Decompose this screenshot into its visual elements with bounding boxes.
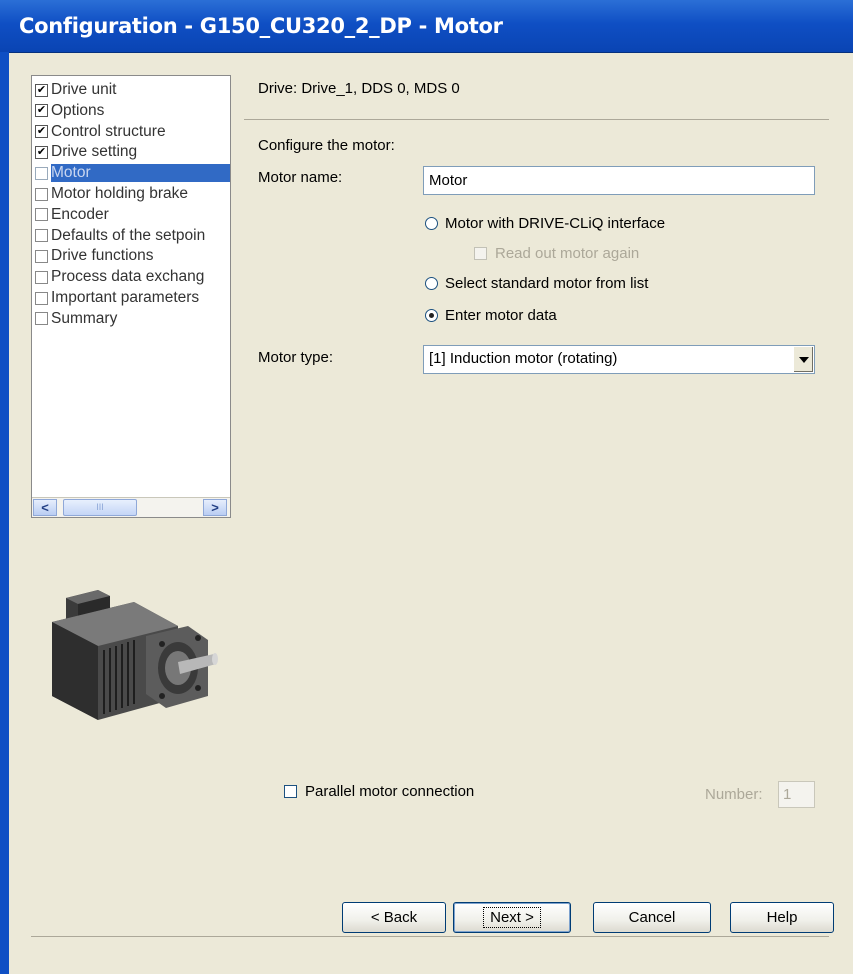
title-bar[interactable]: Configuration - G150_CU320_2_DP - Motor	[0, 0, 853, 53]
window-frame-edge	[0, 52, 9, 974]
chevron-down-icon[interactable]	[793, 347, 813, 372]
tree-item[interactable]: ✔ Drive setting	[35, 142, 230, 162]
help-button[interactable]: Help	[730, 902, 834, 933]
radio-drive-cliq-button[interactable]	[425, 217, 438, 230]
empty-checkbox-icon	[35, 291, 48, 305]
tree-item[interactable]: Process data exchang	[35, 267, 230, 287]
empty-checkbox-icon	[35, 208, 48, 222]
radio-drive-cliq[interactable]: Motor with DRIVE-CLiQ interface	[425, 215, 665, 232]
empty-checkbox-icon	[35, 229, 48, 243]
tree-item[interactable]: ✔ Drive unit	[35, 80, 230, 100]
checkmark-icon: ✔	[35, 145, 48, 159]
read-out-motor-checkbox	[474, 247, 487, 260]
tree-item[interactable]: Encoder	[35, 205, 230, 225]
next-button[interactable]: Next >	[453, 902, 571, 933]
tree-item[interactable]: ✔ Control structure	[35, 122, 230, 142]
motor-name-input[interactable]: Motor	[423, 166, 815, 195]
tree-item[interactable]: Motor	[35, 163, 230, 183]
tree-item[interactable]: Summary	[35, 309, 230, 329]
motor-name-label: Motor name:	[258, 169, 343, 186]
tree-item-label: Summary	[51, 309, 118, 327]
empty-checkbox-icon	[35, 312, 48, 326]
radio-enter-data[interactable]: Enter motor data	[425, 307, 557, 324]
radio-enter-data-label: Enter motor data	[445, 307, 557, 324]
tree-item-label: Drive setting	[51, 143, 138, 161]
radio-standard-list-label: Select standard motor from list	[445, 275, 649, 292]
tree-horizontal-scrollbar[interactable]: < III >	[32, 497, 230, 517]
header-divider	[244, 119, 829, 120]
motor-type-value: [1] Induction motor (rotating)	[429, 350, 618, 367]
tree-item-label: Important parameters	[51, 289, 200, 306]
checkmark-icon: ✔	[35, 125, 48, 139]
tree-item[interactable]: ✔ Options	[35, 101, 230, 121]
section-label: Configure the motor:	[258, 137, 395, 154]
tree-item-label: Motor	[51, 164, 230, 183]
number-label: Number:	[705, 786, 763, 803]
read-out-motor-checkbox-row: Read out motor again	[474, 245, 639, 262]
parallel-connection-row[interactable]: Parallel motor connection	[284, 783, 474, 800]
parallel-connection-checkbox[interactable]	[284, 785, 297, 798]
checkmark-icon: ✔	[35, 104, 48, 118]
tree-item-label: Drive functions	[51, 247, 154, 265]
back-button[interactable]: < Back	[342, 902, 446, 933]
tree-item[interactable]: Motor holding brake	[35, 184, 230, 204]
scroll-left-icon[interactable]: <	[33, 499, 57, 516]
radio-standard-list-button[interactable]	[425, 277, 438, 290]
footer-divider	[31, 936, 829, 937]
checkmark-icon: ✔	[35, 83, 48, 97]
tree-item-label: Process data exchang	[51, 268, 205, 286]
empty-checkbox-icon	[35, 270, 48, 284]
wizard-step-tree[interactable]: ✔ Drive unit ✔ Options ✔ Control structure ✔ Dr…	[31, 75, 231, 518]
tree-item-label: Drive unit	[51, 81, 117, 98]
motor-type-label: Motor type:	[258, 349, 334, 366]
number-input: 1	[778, 781, 815, 808]
tree-item-label: Encoder	[51, 205, 109, 223]
parallel-connection-label: Parallel motor connection	[305, 783, 475, 800]
empty-checkbox-icon	[35, 166, 48, 180]
read-out-motor-label: Read out motor again	[495, 245, 640, 262]
tree-item-label: Control structure	[51, 122, 166, 140]
radio-standard-list[interactable]: Select standard motor from list	[425, 275, 648, 292]
radio-drive-cliq-label: Motor with DRIVE-CLiQ interface	[445, 215, 666, 232]
scroll-thumb[interactable]: III	[63, 499, 137, 516]
next-button-label: Next >	[483, 907, 541, 928]
empty-checkbox-icon	[35, 249, 48, 263]
cancel-button[interactable]: Cancel	[593, 902, 711, 933]
tree-item[interactable]: Important parameters	[35, 288, 230, 308]
tree-item-label: Defaults of the setpoin	[51, 226, 206, 244]
drive-info: Drive: Drive_1, DDS 0, MDS 0	[258, 80, 460, 97]
tree-item[interactable]: Drive functions	[35, 246, 230, 266]
empty-checkbox-icon	[35, 187, 48, 201]
radio-enter-data-button[interactable]	[425, 309, 438, 322]
tree-item-label: Motor holding brake	[51, 185, 188, 202]
motor-type-select[interactable]: [1] Induction motor (rotating)	[423, 345, 815, 374]
tree-item-label: Options	[51, 101, 105, 119]
motor-image	[52, 590, 218, 720]
scroll-right-icon[interactable]: >	[203, 499, 227, 516]
tree-item[interactable]: Defaults of the setpoin	[35, 226, 230, 246]
window-title: Configuration - G150_CU320_2_DP - Motor	[19, 14, 503, 38]
